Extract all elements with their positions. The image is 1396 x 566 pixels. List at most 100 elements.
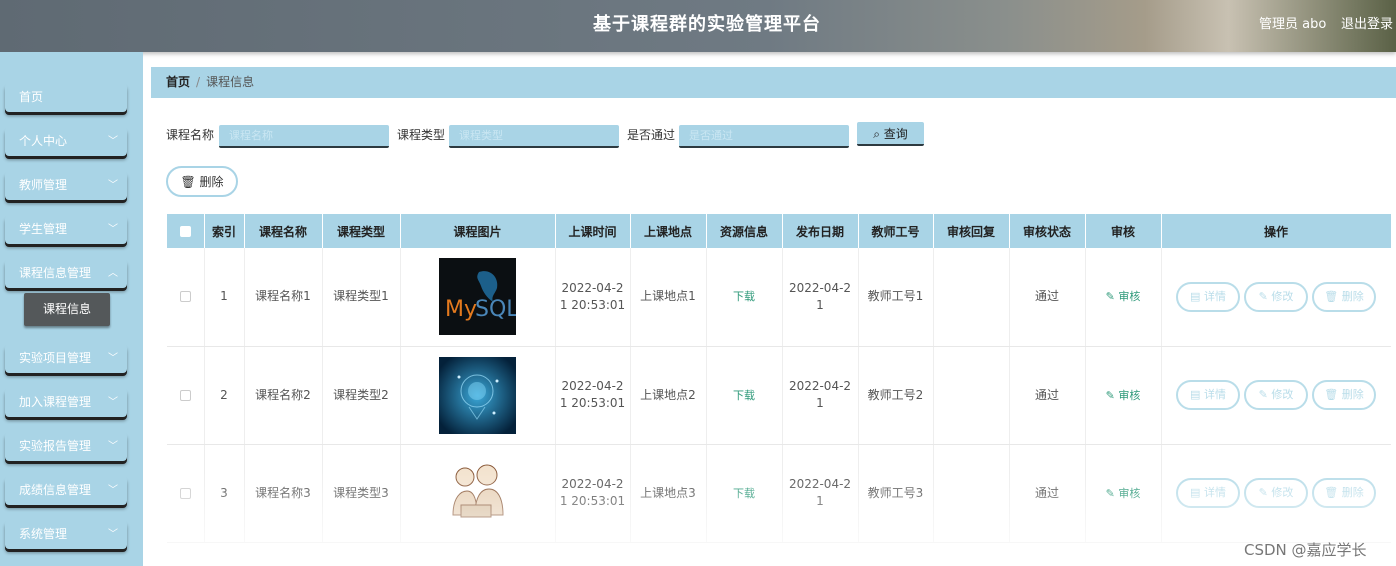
row-checkbox[interactable] bbox=[179, 291, 191, 303]
row-checkbox[interactable] bbox=[179, 487, 191, 499]
chevron-down-icon: ﹀ bbox=[108, 485, 118, 496]
chevron-down-icon: ﹀ bbox=[108, 224, 118, 235]
sidebar-item-teacher[interactable]: 教师管理 ﹀ bbox=[5, 171, 127, 200]
cell-teacher-id: 教师工号2 bbox=[858, 346, 934, 445]
download-link[interactable]: 下载 bbox=[733, 389, 755, 402]
cell-publish-date: 2022-04-2 1 bbox=[782, 444, 859, 543]
sidebar-item-home[interactable]: 首页 bbox=[5, 83, 127, 112]
sidebar-subitem-course-info[interactable]: 课程信息 bbox=[24, 293, 110, 326]
column-header: 上课时间 bbox=[555, 214, 631, 248]
passed-label: 是否通过 bbox=[627, 128, 676, 142]
delete-button[interactable]: 🗑 删除 bbox=[1312, 281, 1376, 312]
edit-button[interactable]: ✎ 修改 bbox=[1244, 281, 1308, 312]
cell-course-name: 课程名称3 bbox=[244, 444, 323, 543]
logout-link[interactable]: 退出登录 bbox=[1341, 13, 1393, 32]
cell-class-place: 上课地点1 bbox=[630, 248, 707, 347]
edit-icon: ✎ bbox=[1105, 486, 1115, 500]
sidebar-item-course[interactable]: 课程信息管理 ︿ bbox=[5, 259, 127, 288]
svg-text:SQL: SQL bbox=[475, 297, 516, 322]
column-header: 操作 bbox=[1161, 214, 1391, 248]
sidebar-item-system[interactable]: 系统管理 ﹀ bbox=[5, 520, 127, 549]
table-row: 1 课程名称1 课程类型1 My SQL 2022-04-2 1 20:53:01… bbox=[167, 248, 1391, 347]
edit-icon: ✎ bbox=[1105, 388, 1115, 402]
column-header: 教师工号 bbox=[858, 214, 934, 248]
select-all-cell[interactable] bbox=[167, 214, 205, 248]
table-row: 2 课程名称2 课程类型2 2022-04-2 1 20:53:01 上课地点2 … bbox=[167, 346, 1391, 445]
edit-button[interactable]: ✎ 修改 bbox=[1244, 478, 1308, 508]
breadcrumb-home[interactable]: 首页 bbox=[166, 75, 190, 89]
column-header: 发布日期 bbox=[782, 214, 859, 248]
course-type-input[interactable] bbox=[449, 125, 619, 148]
sidebar-item-report[interactable]: 实验报告管理 ﹀ bbox=[5, 432, 127, 461]
column-header: 审核 bbox=[1085, 214, 1162, 248]
sidebar-item-join-course[interactable]: 加入课程管理 ﹀ bbox=[5, 388, 127, 417]
query-button[interactable]: ⌕ 查询 bbox=[857, 122, 924, 146]
cell-publish-date: 2022-04-2 1 bbox=[782, 248, 859, 347]
cell-course-type: 课程类型3 bbox=[322, 444, 401, 543]
passed-input[interactable] bbox=[679, 125, 849, 148]
cell-audit-status: 通过 bbox=[1009, 248, 1086, 347]
cell-index: 1 bbox=[204, 248, 245, 347]
detail-button[interactable]: ▤ 详情 bbox=[1176, 281, 1240, 312]
audit-link[interactable]: ✎ 审核 bbox=[1106, 487, 1141, 500]
svg-text:My: My bbox=[445, 297, 477, 322]
batch-delete-button[interactable]: 🗑 删除 bbox=[166, 166, 238, 197]
cell-teacher-id: 教师工号3 bbox=[858, 444, 934, 543]
chevron-up-icon: ︿ bbox=[108, 268, 118, 279]
breadcrumb-current: 课程信息 bbox=[206, 75, 255, 89]
cell-course-image bbox=[400, 346, 556, 445]
edit-icon: ✎ bbox=[1258, 289, 1268, 303]
chevron-down-icon: ﹀ bbox=[108, 180, 118, 191]
chevron-down-icon: ﹀ bbox=[108, 353, 118, 364]
delete-button[interactable]: 🗑 删除 bbox=[1312, 478, 1376, 508]
top-header: 基于课程群的实验管理平台 管理员 abo 退出登录 bbox=[0, 0, 1396, 52]
sidebar-item-student[interactable]: 学生管理 ﹀ bbox=[5, 215, 127, 244]
trash-icon: 🗑 bbox=[1324, 388, 1339, 401]
chevron-down-icon: ﹀ bbox=[108, 529, 118, 540]
sidebar-item-personal[interactable]: 个人中心 ﹀ bbox=[5, 127, 127, 156]
edit-icon: ✎ bbox=[1105, 290, 1115, 304]
ai-brain-image[interactable] bbox=[439, 356, 516, 434]
cell-audit-status: 通过 bbox=[1009, 346, 1086, 445]
audit-link[interactable]: ✎ 审核 bbox=[1106, 290, 1141, 303]
detail-button[interactable]: ▤ 详情 bbox=[1176, 478, 1240, 508]
cell-index: 2 bbox=[204, 346, 245, 445]
cell-operations: ▤ 详情 ✎ 修改 🗑 删除 bbox=[1161, 248, 1391, 347]
column-header: 资源信息 bbox=[706, 214, 783, 248]
sidebar-item-experiment[interactable]: 实验项目管理 ﹀ bbox=[5, 344, 127, 373]
trash-icon: 🗑 bbox=[180, 175, 196, 189]
cell-course-name: 课程名称1 bbox=[244, 248, 323, 347]
cell-course-type: 课程类型1 bbox=[322, 248, 401, 347]
download-link[interactable]: 下载 bbox=[733, 487, 755, 500]
sidebar-item-grades[interactable]: 成绩信息管理 ﹀ bbox=[5, 476, 127, 505]
cell-course-type: 课程类型2 bbox=[322, 346, 401, 445]
mysql-logo-image[interactable]: My SQL bbox=[439, 258, 516, 336]
cell-audit-reply bbox=[933, 444, 1010, 543]
cell-class-place: 上课地点2 bbox=[630, 346, 707, 445]
course-name-input[interactable] bbox=[219, 125, 389, 148]
current-user: 管理员 abo bbox=[1259, 17, 1327, 32]
course-name-label: 课程名称 bbox=[166, 128, 215, 142]
column-header: 课程图片 bbox=[400, 214, 556, 248]
watermark: CSDN @嘉应学长 bbox=[1244, 541, 1367, 559]
cell-class-time: 2022-04-2 1 20:53:01 bbox=[555, 346, 631, 445]
audit-link[interactable]: ✎ 审核 bbox=[1106, 389, 1141, 402]
app-title: 基于课程群的实验管理平台 bbox=[593, 14, 821, 35]
row-checkbox[interactable] bbox=[179, 389, 191, 401]
delete-button[interactable]: 🗑 删除 bbox=[1312, 380, 1376, 410]
select-all-checkbox[interactable] bbox=[179, 226, 191, 237]
download-link[interactable]: 下载 bbox=[733, 290, 755, 303]
people-sketch-image[interactable] bbox=[439, 454, 516, 532]
edit-button[interactable]: ✎ 修改 bbox=[1244, 380, 1308, 410]
column-header: 课程名称 bbox=[244, 214, 323, 248]
cell-audit-status: 通过 bbox=[1009, 444, 1086, 543]
column-header: 审核状态 bbox=[1009, 214, 1086, 248]
cell-operations: ▤ 详情 ✎ 修改 🗑 删除 bbox=[1161, 346, 1391, 445]
cell-audit-reply bbox=[933, 248, 1010, 347]
cell-teacher-id: 教师工号1 bbox=[858, 248, 934, 347]
chevron-down-icon: ﹀ bbox=[108, 441, 118, 452]
cell-course-image bbox=[400, 444, 556, 543]
document-icon: ▤ bbox=[1190, 289, 1201, 303]
detail-button[interactable]: ▤ 详情 bbox=[1176, 380, 1240, 410]
cell-operations: ▤ 详情 ✎ 修改 🗑 删除 bbox=[1161, 444, 1391, 543]
